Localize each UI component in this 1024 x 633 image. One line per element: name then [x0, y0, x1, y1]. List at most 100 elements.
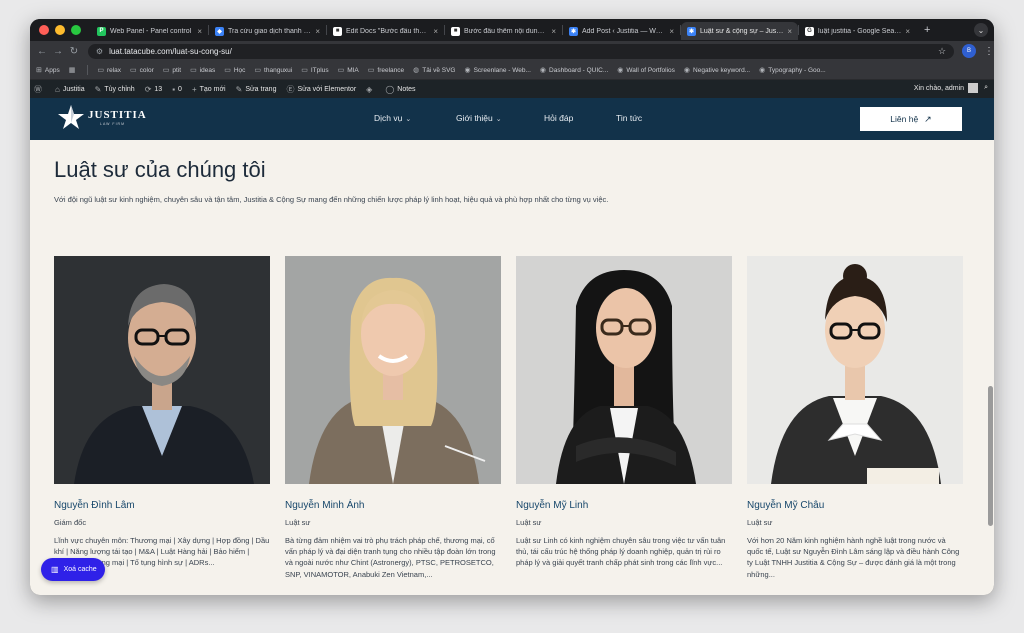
- bookmark-item[interactable]: ▭ thanguxui: [254, 66, 292, 75]
- bookmark-item[interactable]: ▭ Học: [224, 66, 245, 75]
- tab-close-icon[interactable]: ×: [315, 27, 320, 36]
- folder-icon: ▭: [162, 67, 170, 74]
- bookmark-label: Wall of Portfolios: [626, 66, 675, 74]
- bookmarks-bar: ⊞ Apps ▦ ▭ relax ▭ color ▭ ptit ▭ ideas ▭ Học ▭ than…: [30, 61, 994, 80]
- contact-button[interactable]: Liên hệ ↗: [860, 107, 962, 131]
- bookmark-apps[interactable]: ⊞ Apps: [36, 66, 60, 75]
- bookmark-item[interactable]: ◉ Screenlane - Web...: [464, 66, 530, 75]
- maximize-window-button[interactable]: [71, 25, 81, 35]
- lawyer-card[interactable]: Nguyễn Mỹ Châu Luật sư Với hơn 20 Năm ki…: [747, 256, 963, 580]
- admin-bar-item[interactable]: Ⓦ: [34, 84, 45, 95]
- nav-item[interactable]: Dịch vụ ⌄: [374, 113, 411, 123]
- tab-close-icon[interactable]: ×: [787, 27, 792, 36]
- browser-tab[interactable]: ✱ Luật sư & cộng sự – Justitia ×: [681, 22, 798, 40]
- lawyer-name[interactable]: Nguyễn Đình Lâm: [54, 500, 270, 511]
- tab-favicon-icon: ✱: [687, 26, 696, 36]
- tab-title: Edit Docs "Bước đầu thêm n: [346, 27, 430, 35]
- nav-item[interactable]: Hỏi đáp: [544, 113, 573, 123]
- site-icon: ◉: [759, 67, 766, 74]
- browser-tab[interactable]: P Web Panel - Panel control ×: [91, 22, 208, 40]
- reload-icon[interactable]: ↻: [66, 46, 82, 57]
- bookmark-item[interactable]: ▭ ITplus: [301, 66, 328, 75]
- bookmark-item[interactable]: ◍ Tải về SVG: [413, 66, 455, 75]
- admin-bar-item[interactable]: ▪ 0: [172, 85, 182, 94]
- admin-bar-item[interactable]: + Tạo mới: [192, 85, 226, 94]
- page-content: Luật sư của chúng tôi Với đội ngũ luật s…: [30, 140, 994, 595]
- browser-tab[interactable]: ◆ Tra cứu giao dịch thanh toán ×: [209, 22, 326, 40]
- tab-favicon-icon: ◆: [215, 26, 224, 36]
- lawyer-photo[interactable]: [285, 256, 501, 484]
- tab-close-icon[interactable]: ×: [197, 27, 202, 36]
- admin-bar-item[interactable]: Ⓔ Sửa với Elementor: [286, 84, 356, 95]
- tab-close-icon[interactable]: ×: [433, 27, 438, 36]
- lawyer-name[interactable]: Nguyễn Mỹ Linh: [516, 500, 732, 511]
- address-bar[interactable]: ⚙ luat.tatacube.com/luat-su-cong-su/ ☆: [87, 43, 955, 59]
- browser-tab[interactable]: ✱ Add Post ‹ Justitia — WordP ×: [563, 22, 680, 40]
- close-window-button[interactable]: [39, 25, 49, 35]
- bookmark-item[interactable]: ▭ color: [130, 66, 154, 75]
- bookmark-item[interactable]: ◉ Typography - Goo...: [759, 66, 826, 75]
- bookmark-item[interactable]: ▭ freelance: [368, 66, 404, 75]
- grid-icon: ▦: [68, 67, 76, 74]
- browser-tab[interactable]: ■ Edit Docs "Bước đầu thêm n ×: [327, 22, 444, 40]
- tab-close-icon[interactable]: ×: [669, 27, 674, 36]
- bookmark-item[interactable]: ▭ ideas: [190, 66, 215, 75]
- tab-favicon-icon: ■: [451, 26, 460, 36]
- lawyer-bio: Luật sư Linh có kinh nghiệm chuyên sâu t…: [516, 536, 726, 568]
- admin-search-icon[interactable]: ⌕: [984, 84, 988, 92]
- refresh-icon: ⟳: [144, 84, 152, 94]
- nav-label: Hỏi đáp: [544, 113, 574, 123]
- bookmark-label: color: [139, 66, 154, 74]
- back-arrow-icon[interactable]: ←: [34, 46, 50, 57]
- lawyer-name[interactable]: Nguyễn Mỹ Châu: [747, 500, 963, 511]
- lawyer-photo[interactable]: [54, 256, 270, 484]
- tab-close-icon[interactable]: ×: [905, 27, 910, 36]
- site-icon: ◉: [539, 67, 547, 74]
- admin-bar-item[interactable]: ✎ Sửa trang: [236, 85, 277, 94]
- tab-favicon-icon: P: [97, 26, 106, 36]
- admin-bar-item[interactable]: ⌂ Justitia: [55, 85, 85, 94]
- profile-avatar[interactable]: B: [962, 44, 977, 58]
- new-tab-button[interactable]: +: [924, 24, 930, 36]
- bookmark-item[interactable]: ◉ Dashboard - QUIC...: [539, 66, 608, 75]
- lawyer-name[interactable]: Nguyễn Minh Ánh: [285, 500, 501, 511]
- bookmark-item[interactable]: ◉ Negative keyword...: [684, 66, 751, 75]
- tab-search-chevron-icon[interactable]: ⌄: [974, 23, 988, 37]
- diamond-icon: ◈: [366, 84, 373, 94]
- site-settings-icon[interactable]: ⚙: [96, 47, 103, 56]
- bookmark-item[interactable]: ◉ Wall of Portfolios: [617, 66, 675, 75]
- admin-bar-item[interactable]: ⟳ 13: [145, 85, 163, 94]
- page-scrollbar[interactable]: [988, 386, 993, 526]
- admin-bar-label: Justitia: [62, 85, 85, 93]
- minimize-window-button[interactable]: [55, 25, 65, 35]
- lawyer-photo[interactable]: [516, 256, 732, 484]
- admin-bar-label: Sửa với Elementor: [297, 85, 357, 93]
- bookmark-label: Negative keyword...: [693, 66, 751, 74]
- admin-bar-label: Tạo mới: [199, 85, 226, 93]
- admin-bar-item[interactable]: ✎ Tùy chỉnh: [95, 85, 135, 94]
- tab-close-icon[interactable]: ×: [551, 27, 556, 36]
- site-logo[interactable]: JUSTITIA LAW FIRM: [56, 104, 147, 130]
- bookmark-item[interactable]: ▭ ptit: [162, 66, 181, 75]
- admin-account[interactable]: Xin chào, admin ⌕: [914, 83, 988, 93]
- bookmark-star-icon[interactable]: ☆: [938, 46, 946, 57]
- lawyer-card[interactable]: Nguyễn Đình Lâm Giám đốc Lĩnh vực chuyên…: [54, 256, 270, 569]
- clear-cache-button[interactable]: ▥ Xoá cache: [41, 558, 105, 581]
- bookmark-item[interactable]: ▭ MIA: [338, 66, 359, 75]
- lawyer-role: Luật sư: [747, 518, 773, 527]
- nav-item[interactable]: Tin tức: [616, 113, 642, 123]
- browser-tab[interactable]: Gluật justitia - Google Search ×: [799, 22, 916, 40]
- admin-bar-item[interactable]: ◈: [366, 85, 375, 94]
- folder-icon: ▭: [130, 67, 137, 74]
- lawyer-card[interactable]: Nguyễn Mỹ Linh Luật sư Luật sư Linh có k…: [516, 256, 732, 569]
- browser-tab[interactable]: ■ Bước đầu thêm nội dung – Tr ×: [445, 22, 562, 40]
- browser-menu-icon[interactable]: ⋮: [984, 46, 994, 57]
- lawyer-card[interactable]: Nguyễn Minh Ánh Luật sư Bà từng đảm nhiệ…: [285, 256, 501, 580]
- admin-bar-item[interactable]: ◯ Notes: [385, 85, 415, 94]
- lawyer-photo[interactable]: [747, 256, 963, 484]
- forward-arrow-icon[interactable]: →: [50, 46, 66, 57]
- bookmark-grid[interactable]: ▦: [69, 66, 79, 74]
- nav-item[interactable]: Giới thiệu ⌄: [456, 113, 502, 123]
- bookmark-item[interactable]: ▭ relax: [97, 66, 121, 75]
- tab-favicon-icon: ✱: [569, 26, 578, 36]
